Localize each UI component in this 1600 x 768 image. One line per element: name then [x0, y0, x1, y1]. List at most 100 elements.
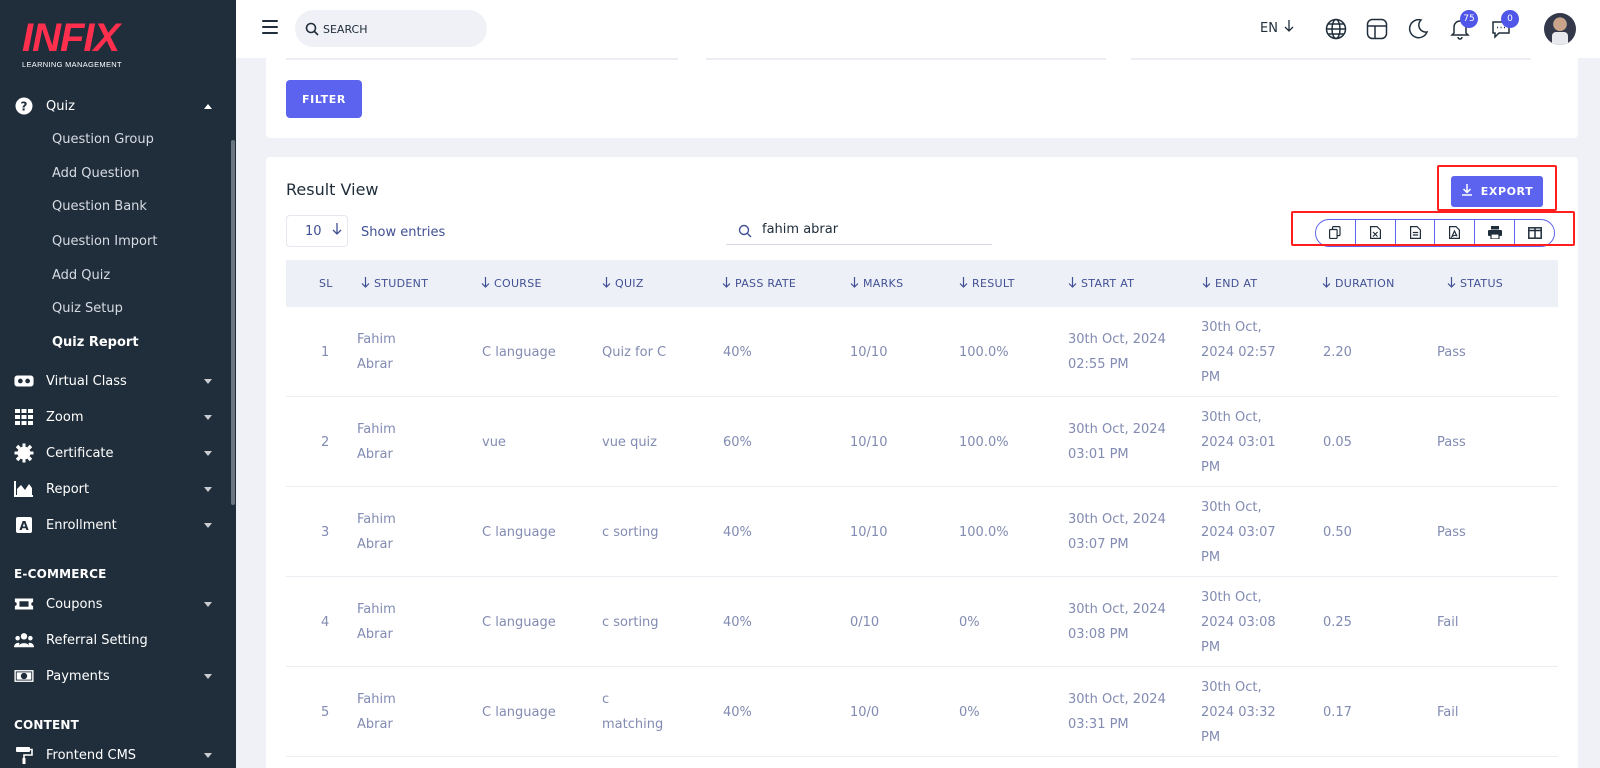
cell-sl: 3 — [321, 524, 330, 540]
table-body: 1 Fahim Abrar C language Quiz for C 40% … — [286, 307, 1558, 757]
vr-headset-icon — [14, 371, 34, 391]
notification-badge: 75 — [1460, 10, 1478, 28]
coupon-icon — [14, 594, 34, 614]
cell-pass-rate: 40% — [723, 614, 752, 630]
table-search — [726, 213, 992, 245]
layout-icon[interactable] — [1365, 17, 1389, 41]
cell-pass-rate: 40% — [723, 344, 752, 360]
search-icon — [305, 21, 319, 40]
sidebar-item-label: Certificate — [46, 445, 114, 461]
users-icon — [14, 630, 34, 650]
global-search-input[interactable] — [323, 19, 473, 39]
sort-arrow-icon — [1202, 276, 1211, 291]
column-header-result[interactable]: RESULT — [959, 260, 1015, 307]
cell-start-at: 30th Oct, 2024 03:08 PM — [1068, 602, 1166, 642]
cell-start-at: 30th Oct, 2024 03:31 PM — [1068, 692, 1166, 732]
cell-end-at: 30th Oct, 2024 02:57 PM — [1201, 319, 1276, 385]
sidebar-item-certificate[interactable]: Certificate — [0, 436, 232, 470]
column-header-quiz[interactable]: QUIZ — [602, 260, 644, 307]
svg-text:?: ? — [21, 100, 28, 114]
sidebar-subitem-question-import[interactable]: Question Import — [52, 234, 157, 249]
column-header-student[interactable]: STUDENT — [361, 260, 428, 307]
cell-quiz: c sorting — [602, 524, 659, 540]
cell-result: 100.0% — [959, 434, 1009, 450]
chevron-down-icon — [204, 450, 212, 456]
sidebar: INFIX LEARNING MANAGEMENT ? Quiz Questio… — [0, 0, 236, 768]
cell-status: Pass — [1437, 524, 1466, 540]
sidebar-subitem-add-question[interactable]: Add Question — [52, 166, 139, 181]
sidebar-section-content: CONTENT — [14, 718, 80, 732]
column-header-status[interactable]: STATUS — [1447, 260, 1503, 307]
sidebar-item-label: Frontend CMS — [46, 747, 137, 763]
cell-marks: 10/10 — [850, 524, 888, 540]
table-row: 5 Fahim Abrar C language c matching 40% … — [286, 667, 1558, 757]
arrow-down-icon — [332, 223, 342, 239]
entries-select[interactable]: 10 — [286, 215, 348, 247]
column-header-marks[interactable]: MARKS — [850, 260, 903, 307]
table-search-input[interactable] — [762, 219, 982, 239]
language-label: EN — [1260, 20, 1278, 36]
page-title: Result View — [286, 180, 379, 199]
sidebar-subitem-quiz-report[interactable]: Quiz Report — [52, 335, 139, 350]
cell-sl: 1 — [321, 344, 330, 360]
sidebar-item-report[interactable]: Report — [0, 472, 232, 506]
cell-student: Fahim Abrar — [357, 422, 396, 462]
search-icon — [738, 223, 752, 242]
cell-pass-rate: 40% — [723, 704, 752, 720]
message-badge: 0 — [1501, 10, 1519, 28]
cell-course: vue — [482, 434, 506, 450]
cell-quiz: c matching — [602, 692, 664, 732]
cell-end-at: 30th Oct, 2024 03:07 PM — [1201, 499, 1276, 565]
sidebar-item-frontend-cms[interactable]: Frontend CMS — [0, 738, 232, 768]
notification-bell-icon[interactable]: 75 — [1448, 10, 1478, 41]
cell-start-at: 30th Oct, 2024 03:01 PM — [1068, 422, 1166, 462]
arrow-down-icon — [1284, 20, 1294, 36]
sidebar-item-enrollment[interactable]: A Enrollment — [0, 508, 232, 542]
sidebar-item-payments[interactable]: Payments — [0, 659, 232, 693]
sort-arrow-icon — [602, 276, 611, 291]
column-header-duration[interactable]: DURATION — [1322, 260, 1395, 307]
filter-button[interactable]: FILTER — [286, 80, 362, 118]
column-header-sl[interactable]: SL — [319, 260, 333, 307]
sidebar-item-quiz[interactable]: ? Quiz — [0, 89, 232, 123]
sidebar-scrollbar[interactable] — [231, 140, 235, 505]
user-avatar[interactable] — [1544, 13, 1576, 45]
cell-duration: 0.05 — [1323, 434, 1352, 450]
table-row: 3 Fahim Abrar C language c sorting 40% 1… — [286, 487, 1558, 577]
cell-result: 0% — [959, 614, 980, 630]
highlight-box-tools — [1291, 211, 1575, 246]
chevron-down-icon — [204, 486, 212, 492]
column-header-pass-rate[interactable]: PASS RATE — [722, 260, 796, 307]
sort-arrow-icon — [1068, 276, 1077, 291]
cell-student: Fahim Abrar — [357, 332, 396, 372]
column-header-start-at[interactable]: START AT — [1068, 260, 1134, 307]
cell-duration: 0.25 — [1323, 614, 1352, 630]
sidebar-item-coupons[interactable]: Coupons — [0, 587, 232, 621]
sidebar-item-referral-setting[interactable]: Referral Setting — [0, 623, 232, 657]
sidebar-item-label: Virtual Class — [46, 373, 127, 389]
globe-icon[interactable] — [1324, 17, 1348, 41]
column-header-end-at[interactable]: END AT — [1202, 260, 1257, 307]
filter-field-underline — [1131, 58, 1531, 60]
table-row: 2 Fahim Abrar vue vue quiz 60% 10/10 100… — [286, 397, 1558, 487]
cell-end-at: 30th Oct, 2024 03:08 PM — [1201, 589, 1276, 655]
menu-toggle-icon[interactable] — [262, 20, 278, 34]
sidebar-subitem-question-group[interactable]: Question Group — [52, 132, 154, 147]
cell-student: Fahim Abrar — [357, 692, 396, 732]
logo[interactable]: INFIX LEARNING MANAGEMENT — [22, 18, 122, 69]
column-header-course[interactable]: COURSE — [481, 260, 542, 307]
sidebar-item-label: Quiz — [46, 98, 75, 114]
dark-mode-icon[interactable] — [1406, 17, 1430, 41]
sidebar-item-zoom[interactable]: Zoom — [0, 400, 232, 434]
language-selector[interactable]: EN — [1260, 20, 1294, 36]
sidebar-subitem-question-bank[interactable]: Question Bank — [52, 199, 147, 214]
sidebar-subitem-add-quiz[interactable]: Add Quiz — [52, 268, 110, 283]
cell-student: Fahim Abrar — [357, 512, 396, 552]
filter-field-underline — [286, 58, 678, 60]
cell-result: 100.0% — [959, 524, 1009, 540]
sidebar-item-virtual-class[interactable]: Virtual Class — [0, 364, 232, 398]
message-icon[interactable]: 0 — [1489, 10, 1519, 41]
cell-course: C language — [482, 614, 556, 630]
table-row: 1 Fahim Abrar C language Quiz for C 40% … — [286, 307, 1558, 397]
sidebar-subitem-quiz-setup[interactable]: Quiz Setup — [52, 301, 123, 316]
